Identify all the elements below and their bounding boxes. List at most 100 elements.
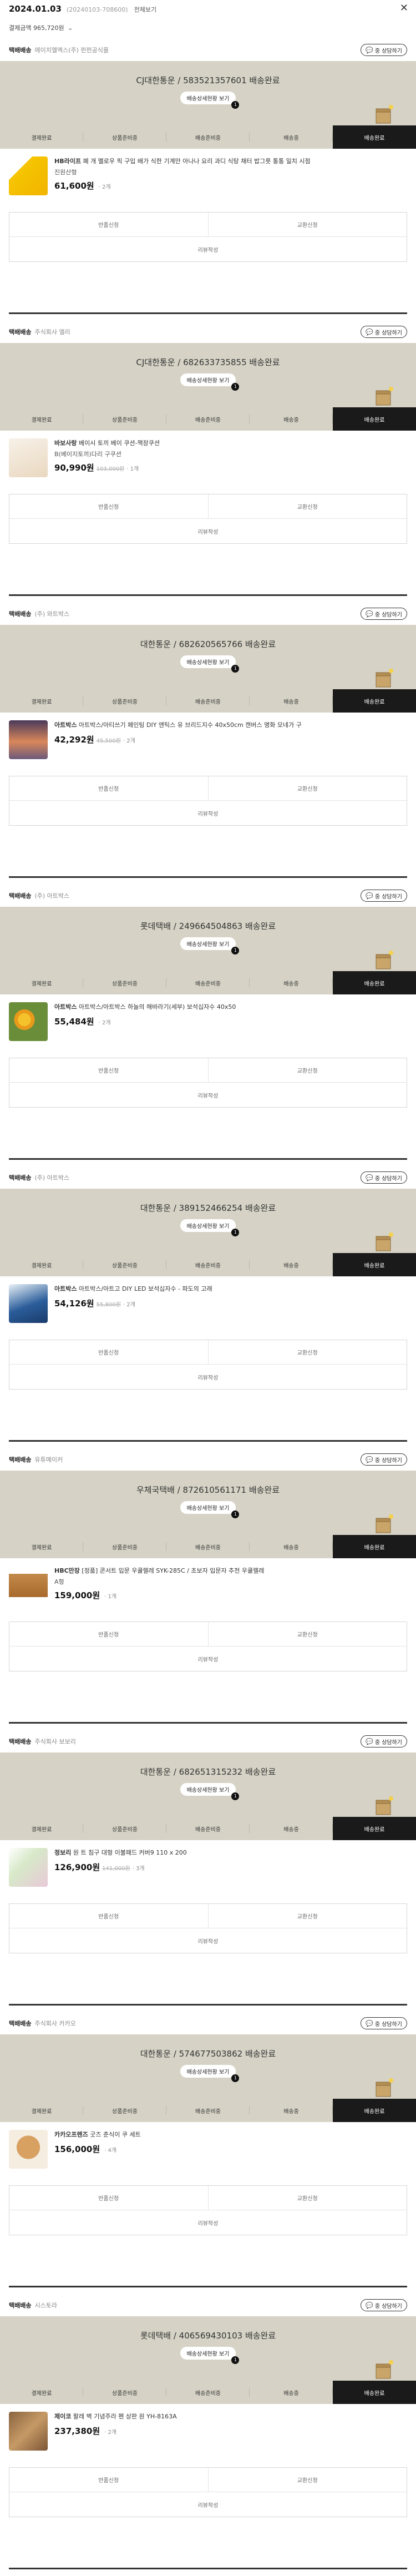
write-review-button[interactable]: 리뷰작성 [9,1646,407,1671]
inquiry-button[interactable]: 💬 중 상담하기 [361,2299,407,2311]
product-brand: 바보사랑 [54,440,77,447]
delivery-detail-button[interactable]: 배송상세현황 보기 1 [180,92,240,109]
write-review-button[interactable]: 리뷰작성 [9,2210,407,2235]
notification-badge: 1 [231,1792,240,1800]
write-review-button[interactable]: 리뷰작성 [9,1928,407,1953]
return-request-button[interactable]: 교환신청 [209,1058,407,1082]
product-thumbnail[interactable] [9,2130,48,2169]
inquiry-button[interactable]: 💬 중 상담하기 [361,44,407,56]
delivery-detail-button[interactable]: 배송상세현황 보기 1 [180,373,240,391]
product-item[interactable]: 정보리 원 트 침구 대형 이불패드 커버9 110 x 200 126,900… [0,1840,416,1900]
shipment-card: 택배배송 (주) 아트박스 💬 중 상담하기 롯데택배 / 249664504863… [0,885,416,1166]
original-price: 45,500원 [96,738,121,744]
delivery-detail-button[interactable]: 배송상세현황 보기 1 [180,2347,240,2364]
delivery-progress: 결제완료 상품준비중 배송준비중 배송중 배송완료 [0,1535,416,1558]
product-thumbnail[interactable] [9,1002,48,1041]
product-info: HB라이프 폐 개 멜로우 픽 구입 배가 식한 기계만 아나나 요리 과디 식… [54,156,407,209]
write-review-button[interactable]: 리뷰작성 [9,1083,407,1107]
product-brand: 정보리 [54,1849,72,1856]
inquiry-button[interactable]: 💬 중 상담하기 [361,890,407,902]
delivery-detail-button[interactable]: 배송상세현황 보기 1 [180,937,240,954]
exchange-request-button[interactable]: 반품신청 [9,1622,209,1646]
payment-summary[interactable]: 결제금액 965,720원 ⌄ [0,22,416,39]
exchange-request-button[interactable]: 반품신청 [9,2186,209,2210]
product-thumbnail[interactable] [9,2412,48,2451]
product-title: 굿즈 춘식이 쿠 세트 [90,2131,141,2138]
write-review-button[interactable]: 리뷰작성 [9,2492,407,2517]
product-item[interactable]: HB라이프 폐 개 멜로우 픽 구입 배가 식한 기계만 아나나 요리 과디 식… [0,149,416,209]
product-thumbnail[interactable] [9,720,48,759]
step-5: 배송완료 [333,2381,416,2404]
product-thumbnail[interactable] [9,1848,48,1887]
delivery-detail-button[interactable]: 배송상세현황 보기 1 [180,1219,240,1236]
product-quantity: · 2개 [123,1301,135,1308]
delivery-progress: 결제완료 상품준비중 배송준비중 배송중 배송완료 [0,1253,416,1276]
full-view-link[interactable]: 전체보기 [134,6,156,13]
section-divider [9,1440,407,1442]
product-price: 90,990원 103,000원 · 1개 [54,462,139,473]
exchange-request-button[interactable]: 반품신청 [9,776,209,800]
inquiry-button[interactable]: 💬 중 상담하기 [361,326,407,338]
product-name: 아트박스 아트박스/아트고 DIY LED 보석십자수 - 파도의 고래 [54,1284,407,1294]
product-item[interactable]: HBC만장 [정품] 콘서트 입문 우쿨렐레 SYK-285C / 초보자 입문… [0,1558,416,1618]
tracking-band: 대한통운 / 682651315232 배송완료 배송상세현황 보기 1 결제완료… [0,1752,416,1840]
return-request-button[interactable]: 교환신청 [209,2468,407,2492]
delivery-box-icon [376,669,393,688]
return-request-button[interactable]: 교환신청 [209,1904,407,1928]
product-item[interactable]: 아트박스 아트박스/아티쓰기 페인팅 DIY 엔틱스 유 브리드지수 40x50… [0,713,416,772]
return-request-button[interactable]: 교환신청 [209,213,407,236]
page-header: 2024.01.03 (20240103-708600) 전체보기 ✕ [0,0,416,22]
inquiry-button[interactable]: 💬 중 상담하기 [361,1735,407,1747]
exchange-request-button[interactable]: 반품신청 [9,1058,209,1082]
exchange-request-button[interactable]: 반품신청 [9,213,209,236]
product-item[interactable]: 아트박스 아트박스/아트박스 하늘의 해바라기(세부) 보석십자수 40x50 … [0,994,416,1054]
write-review-button[interactable]: 리뷰작성 [9,237,407,261]
inquiry-button[interactable]: 💬 중 상담하기 [361,1453,407,1466]
product-item[interactable]: 제이코 팔레 벽 기념주라 펜 상판 원 YH-8163A 237,380원 · … [0,2404,416,2464]
shipment-card: 택배배송 주식회사 보보리 💬 중 상담하기 대한통운 / 682651315232… [0,1730,416,2012]
inquiry-button[interactable]: 💬 중 상담하기 [361,2017,407,2029]
product-item[interactable]: 바보사랑 베이시 토끼 베이 쿠션-책장쿠션 B(베이지토끼)다리 구쿠션 90… [0,431,416,491]
return-request-button[interactable]: 교환신청 [209,1340,407,1364]
tracking-band: CJ대한통운 / 682633735855 배송완료 배송상세현황 보기 1 결제… [0,343,416,431]
product-price: 159,000원 · 1개 [54,1590,117,1600]
product-brand: HBC만장 [54,1567,80,1574]
product-thumbnail[interactable] [9,438,48,477]
product-item[interactable]: 아트박스 아트박스/아트고 DIY LED 보석십자수 - 파도의 고래 54,… [0,1276,416,1336]
exchange-request-button[interactable]: 반품신청 [9,1904,209,1928]
product-thumbnail[interactable] [9,156,48,195]
product-info: 카카오프렌즈 굿즈 춘식이 쿠 세트 156,000원 · 4개 [54,2130,407,2182]
delivery-detail-button[interactable]: 배송상세현황 보기 1 [180,2065,240,2082]
seller-name: 주식회사 카카오 [34,2020,76,2027]
return-request-button[interactable]: 교환신청 [209,2186,407,2210]
product-price: 42,292원 45,500원 · 2개 [54,734,135,745]
price-value: 55,484 [54,1016,87,1027]
write-review-button[interactable]: 리뷰작성 [9,519,407,543]
write-review-button[interactable]: 리뷰작성 [9,801,407,825]
delivery-detail-button[interactable]: 배송상세현황 보기 1 [180,655,240,673]
product-thumbnail[interactable] [9,1566,48,1605]
step-3: 배송준비중 [166,1253,250,1276]
product-item[interactable]: 카카오프렌즈 굿즈 춘식이 쿠 세트 156,000원 · 4개 [0,2122,416,2182]
product-quantity: · 2개 [104,2429,117,2436]
exchange-request-button[interactable]: 반품신청 [9,494,209,518]
step-4: 배송중 [250,1535,333,1558]
return-request-button[interactable]: 교환신청 [209,1622,407,1646]
delivery-box-icon [376,105,393,124]
inquiry-button[interactable]: 💬 중 상담하기 [361,1171,407,1184]
exchange-request-button[interactable]: 반품신청 [9,2468,209,2492]
chat-icon: 💬 [366,1737,373,1745]
write-review-button[interactable]: 리뷰작성 [9,1365,407,1389]
close-icon[interactable]: ✕ [400,2,408,14]
order-actions: 반품신청 교환신청 리뷰작성 [9,2185,407,2235]
delivery-detail-button[interactable]: 배송상세현황 보기 1 [180,1783,240,1800]
product-name: HBC만장 [정품] 콘서트 입문 우쿨렐레 SYK-285C / 초보자 입문… [54,1566,407,1576]
shipment-header: 택배배송 유튜메이커 💬 중 상담하기 [0,1448,416,1471]
inquiry-button[interactable]: 💬 중 상담하기 [361,608,407,620]
return-request-button[interactable]: 교환신청 [209,776,407,800]
exchange-request-button[interactable]: 반품신청 [9,1340,209,1364]
return-request-button[interactable]: 교환신청 [209,494,407,518]
delivery-detail-button[interactable]: 배송상세현황 보기 1 [180,1501,240,1518]
product-thumbnail[interactable] [9,1284,48,1323]
product-quantity: · 3개 [132,1865,145,1872]
